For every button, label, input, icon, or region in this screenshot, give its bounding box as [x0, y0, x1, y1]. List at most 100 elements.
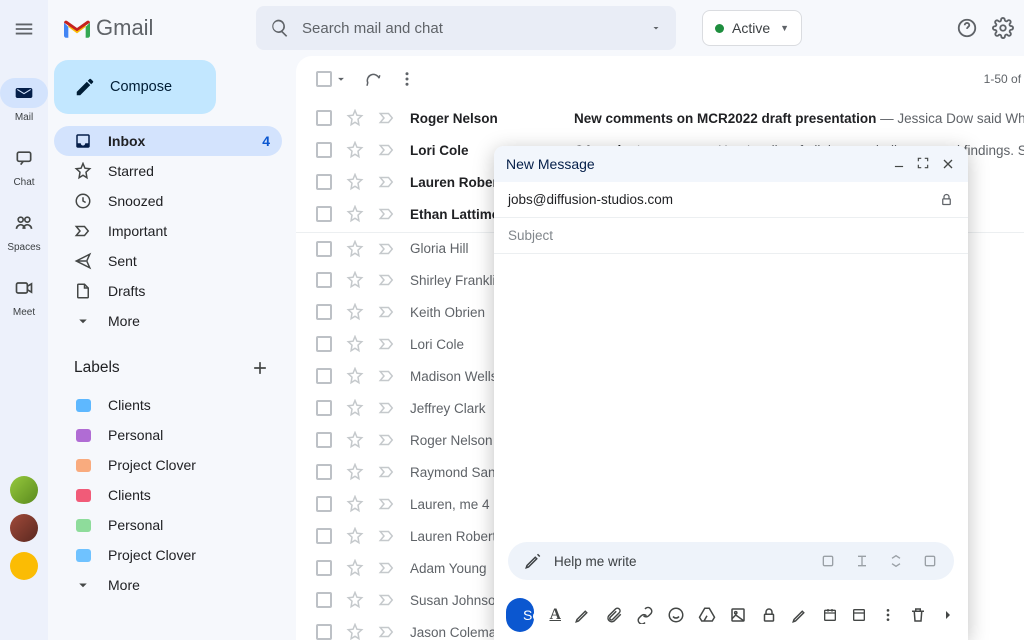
rail-item-meet[interactable]: Meet: [0, 273, 48, 318]
important-marker-icon[interactable]: [378, 367, 396, 385]
important-marker-icon[interactable]: [378, 335, 396, 353]
close-icon[interactable]: [940, 156, 956, 172]
important-marker-icon[interactable]: [378, 303, 396, 321]
label-item[interactable]: Personal: [54, 420, 282, 450]
row-checkbox[interactable]: [316, 336, 332, 352]
row-checkbox[interactable]: [316, 272, 332, 288]
search-bar[interactable]: [256, 6, 676, 50]
more-icon[interactable]: [398, 70, 416, 88]
label-item[interactable]: Personal: [54, 510, 282, 540]
fullscreen-icon[interactable]: [916, 156, 930, 170]
important-marker-icon[interactable]: [378, 527, 396, 545]
add-label-button[interactable]: [250, 358, 270, 378]
star-icon[interactable]: [346, 463, 364, 481]
star-icon[interactable]: [346, 367, 364, 385]
important-marker-icon[interactable]: [378, 463, 396, 481]
drive-icon[interactable]: [698, 606, 716, 624]
signature-icon[interactable]: [791, 606, 809, 624]
settings-gear-icon[interactable]: [992, 17, 1014, 39]
discard-icon[interactable]: [909, 606, 927, 624]
main-menu-button[interactable]: [13, 18, 35, 40]
row-checkbox[interactable]: [316, 560, 332, 576]
template-icon[interactable]: [851, 606, 867, 624]
compose-body[interactable]: [494, 254, 968, 542]
sidebar-item-inbox[interactable]: Inbox 4: [54, 126, 282, 156]
important-marker-icon[interactable]: [378, 205, 396, 223]
row-checkbox[interactable]: [316, 206, 332, 222]
refresh-icon[interactable]: [364, 70, 382, 88]
important-marker-icon[interactable]: [378, 431, 396, 449]
image-icon[interactable]: [729, 606, 747, 624]
elaborate-icon[interactable]: [888, 553, 904, 569]
row-checkbox[interactable]: [316, 304, 332, 320]
star-icon[interactable]: [346, 623, 364, 640]
search-options-icon[interactable]: [650, 22, 662, 34]
subject-field-row[interactable]: [494, 218, 968, 254]
shorten-icon[interactable]: [854, 553, 870, 569]
select-all-checkbox[interactable]: [316, 71, 332, 87]
help-icon[interactable]: [956, 17, 978, 39]
status-pill[interactable]: Active ▼: [702, 10, 802, 46]
formalize-icon[interactable]: [922, 553, 938, 569]
label-item[interactable]: More: [54, 570, 282, 600]
star-icon[interactable]: [346, 205, 364, 223]
confidential-icon[interactable]: [760, 606, 778, 624]
row-checkbox[interactable]: [316, 174, 332, 190]
search-input[interactable]: [302, 20, 638, 37]
magic-compose-icon[interactable]: [574, 606, 592, 624]
rail-avatar[interactable]: [10, 552, 38, 580]
attach-icon[interactable]: [605, 606, 623, 624]
star-icon[interactable]: [346, 495, 364, 513]
rail-item-mail[interactable]: Mail: [0, 78, 48, 123]
star-icon[interactable]: [346, 335, 364, 353]
important-marker-icon[interactable]: [378, 271, 396, 289]
star-icon[interactable]: [346, 303, 364, 321]
label-item[interactable]: Project Clover: [54, 450, 282, 480]
suggest-icon[interactable]: [820, 553, 836, 569]
sidebar-item-drafts[interactable]: Drafts: [54, 276, 282, 306]
important-marker-icon[interactable]: [378, 559, 396, 577]
label-item[interactable]: Project Clover: [54, 540, 282, 570]
star-icon[interactable]: [346, 431, 364, 449]
important-marker-icon[interactable]: [378, 173, 396, 191]
compose-more-icon[interactable]: [880, 606, 896, 624]
sidebar-item-important[interactable]: Important: [54, 216, 282, 246]
row-checkbox[interactable]: [316, 432, 332, 448]
sidebar-item-starred[interactable]: Starred: [54, 156, 282, 186]
help-me-write-bar[interactable]: Help me write: [508, 542, 954, 580]
sidebar-item-sent[interactable]: Sent: [54, 246, 282, 276]
rail-avatar[interactable]: [10, 514, 38, 542]
star-icon[interactable]: [346, 399, 364, 417]
label-item[interactable]: Clients: [54, 480, 282, 510]
rail-avatar[interactable]: [10, 476, 38, 504]
compose-button[interactable]: Compose: [54, 60, 216, 114]
row-checkbox[interactable]: [316, 528, 332, 544]
sidebar-item-snoozed[interactable]: Snoozed: [54, 186, 282, 216]
important-marker-icon[interactable]: [378, 591, 396, 609]
rail-item-chat[interactable]: Chat: [0, 143, 48, 188]
important-marker-icon[interactable]: [378, 623, 396, 640]
row-checkbox[interactable]: [316, 496, 332, 512]
emoji-icon[interactable]: [667, 606, 685, 624]
lock-icon[interactable]: [939, 192, 954, 207]
rail-item-spaces[interactable]: Spaces: [0, 208, 48, 253]
important-marker-icon[interactable]: [378, 141, 396, 159]
star-icon[interactable]: [346, 591, 364, 609]
row-checkbox[interactable]: [316, 624, 332, 640]
important-marker-icon[interactable]: [378, 399, 396, 417]
star-icon[interactable]: [346, 527, 364, 545]
label-item[interactable]: Clients: [54, 390, 282, 420]
row-checkbox[interactable]: [316, 400, 332, 416]
row-checkbox[interactable]: [316, 241, 332, 257]
minimize-icon[interactable]: [892, 156, 906, 170]
important-marker-icon[interactable]: [378, 495, 396, 513]
star-icon[interactable]: [346, 240, 364, 258]
important-marker-icon[interactable]: [378, 240, 396, 258]
important-marker-icon[interactable]: [378, 109, 396, 127]
link-icon[interactable]: [636, 606, 654, 624]
star-icon[interactable]: [346, 109, 364, 127]
subject-input[interactable]: [508, 228, 954, 243]
format-text-icon[interactable]: A: [549, 606, 561, 624]
star-icon[interactable]: [346, 141, 364, 159]
expand-arrow-icon[interactable]: [940, 606, 956, 624]
